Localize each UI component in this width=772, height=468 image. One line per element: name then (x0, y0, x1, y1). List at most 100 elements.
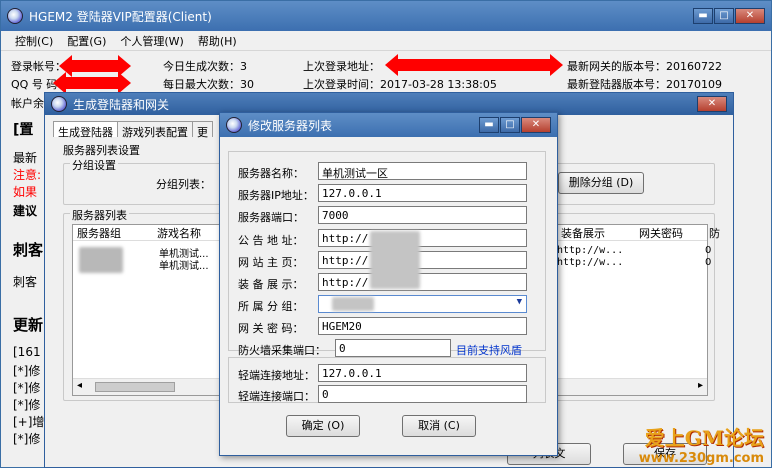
firewall-port-input[interactable]: 0 (335, 339, 451, 357)
col-firewall[interactable]: 防 (705, 225, 725, 241)
left-text: 刺客 (13, 241, 44, 259)
scroll-left-icon[interactable]: ◂ (77, 380, 82, 391)
tab-generate-launcher[interactable]: 生成登陆器 (53, 121, 118, 139)
left-text: 建议 (13, 204, 38, 218)
client-addr-label: 轻端连接地址： (238, 369, 315, 382)
main-window-controls: ▬ □ ✕ (693, 8, 765, 24)
col-gateway-password[interactable]: 网关密码 (635, 225, 705, 241)
watermark-title: 爱上GM论坛 (644, 426, 764, 450)
left-text: 注意: (13, 168, 42, 182)
redaction-arrow (53, 72, 131, 94)
server-port-label: 服务器端口： (238, 211, 304, 224)
main-title: HGEM2 登陆器VIP配置器(Client) (29, 9, 212, 24)
redaction-arrow (385, 54, 563, 76)
left-text: 最新 (13, 151, 38, 165)
dialog-title: 修改服务器列表 (248, 118, 333, 133)
website-label: 网 站 主 页： (238, 256, 304, 269)
supported-shield-link[interactable]: 目前支持风盾 (456, 342, 522, 358)
left-text: [*]修 (13, 398, 41, 412)
left-text: [161 (13, 345, 41, 359)
last-login-addr: 上次登录地址： (303, 60, 380, 73)
server-port-input[interactable]: 7000 (318, 206, 527, 224)
edit-server-list-dialog: 修改服务器列表 ▬ □ ✕ 服务器名称： 单机测试一区 服务器IP地址： 127… (219, 112, 558, 456)
client-port-label: 轻端连接端口： (238, 390, 315, 403)
server-ip-input[interactable]: 127.0.0.1 (318, 184, 527, 202)
client-port-input[interactable]: 0 (318, 385, 527, 403)
left-text: 如果 (13, 185, 38, 199)
list-header-right: 装备展示 网关密码 防 (557, 225, 725, 241)
col-server-group[interactable]: 服务器组 (73, 225, 153, 240)
tab-strip: 生成登陆器 游戏列表配置 更 (53, 121, 213, 139)
server-name-label: 服务器名称： (238, 167, 304, 180)
left-text: [*]修 (13, 432, 41, 446)
col-game-name[interactable]: 游戏名称 (153, 225, 223, 240)
maximize-button[interactable]: □ (500, 117, 520, 133)
minimize-button[interactable]: ▬ (479, 117, 499, 133)
close-button[interactable]: ✕ (697, 96, 727, 112)
minimize-button[interactable]: ▬ (693, 8, 713, 24)
blurred-group (79, 247, 123, 273)
tab-game-list-config[interactable]: 游戏列表配置 (117, 121, 193, 139)
ok-button[interactable]: 确定 (O) (286, 415, 360, 437)
last-login-time: 上次登录时间：2017-03-28 13:38:05 (303, 78, 497, 91)
server-name-input[interactable]: 单机测试一区 (318, 162, 527, 180)
left-text: [+]增 (13, 415, 45, 429)
chevron-down-icon[interactable]: ▼ (517, 297, 522, 307)
main-titlebar[interactable]: HGEM2 登陆器VIP配置器(Client) ▬ □ ✕ (1, 1, 771, 31)
redaction-arrow (59, 55, 131, 77)
row-equip: http://w... (557, 245, 624, 256)
menu-help[interactable]: 帮助(H) (198, 33, 237, 49)
col-equip-display[interactable]: 装备展示 (557, 225, 635, 241)
account-balance-label: 帐户余 (11, 97, 44, 110)
group-settings-label: 分组设置 (70, 157, 118, 173)
gateway-password-label: 网 关 密 码： (238, 322, 304, 335)
menubar: 控制(C) 配置(G) 个人管理(W) 帮助(H) (1, 31, 771, 51)
left-text: [置 (13, 122, 34, 138)
row-equip: http://w... (557, 257, 624, 268)
left-text: 更新 (13, 316, 44, 334)
server-list-label: 服务器列表 (70, 207, 129, 223)
close-button[interactable]: ✕ (521, 117, 551, 133)
tab-more[interactable]: 更 (192, 121, 213, 139)
left-text: [*]修 (13, 364, 41, 378)
notice-url-input[interactable]: http:// (318, 229, 527, 247)
cancel-button[interactable]: 取消 (C) (402, 415, 476, 437)
scroll-right-icon[interactable]: ▸ (698, 380, 703, 391)
section-label: 服务器列表设置 (63, 144, 140, 157)
win2-title: 生成登陆器和网关 (73, 97, 170, 112)
firewall-label: 防火墙采集端口： (238, 344, 326, 357)
website-input[interactable]: http:// (318, 251, 527, 269)
equip-display-input[interactable]: http:// (318, 273, 527, 291)
scroll-thumb[interactable] (95, 382, 175, 392)
client-addr-input[interactable]: 127.0.0.1 (318, 364, 527, 382)
server-ip-label: 服务器IP地址： (238, 189, 314, 202)
menu-control[interactable]: 控制(C) (15, 33, 53, 49)
launcher-version: 最新登陆器版本号：20170109 (567, 78, 722, 91)
delete-group-button[interactable]: 删除分组 (D) (558, 172, 644, 194)
watermark-url: www.230gm.com (638, 451, 764, 466)
maximize-button[interactable]: □ (714, 8, 734, 24)
menu-config[interactable]: 配置(G) (67, 33, 106, 49)
left-text: [*]修 (13, 381, 41, 395)
gateway-version: 最新网关的版本号：20160722 (567, 60, 722, 73)
menu-personal[interactable]: 个人管理(W) (120, 33, 183, 49)
dialog-titlebar[interactable]: 修改服务器列表 ▬ □ ✕ (220, 113, 557, 137)
group-label: 所 属 分 组： (238, 300, 304, 313)
blurred-group-value (332, 297, 374, 311)
blurred-urls (370, 231, 420, 289)
group-list-label: 分组列表： (156, 178, 211, 191)
equip-display-label: 装 备 展 示： (238, 278, 304, 291)
app-icon (226, 117, 242, 133)
forum-watermark: 爱上GM论坛 www.230gm.com (639, 422, 764, 466)
left-text: 刺客 (13, 275, 38, 289)
app-icon (7, 8, 23, 24)
row-fw: 0 (705, 257, 712, 268)
list-item[interactable]: 单机测试... (159, 257, 209, 272)
row-fw: 0 (705, 245, 712, 256)
notice-url-label: 公 告 地 址： (238, 234, 304, 247)
close-button[interactable]: ✕ (735, 8, 765, 24)
app-icon (51, 96, 67, 112)
daily-max: 每日最大次数：30 (163, 78, 254, 91)
gateway-password-input[interactable]: HGEM20 (318, 317, 527, 335)
today-count: 今日生成次数：3 (163, 60, 247, 73)
